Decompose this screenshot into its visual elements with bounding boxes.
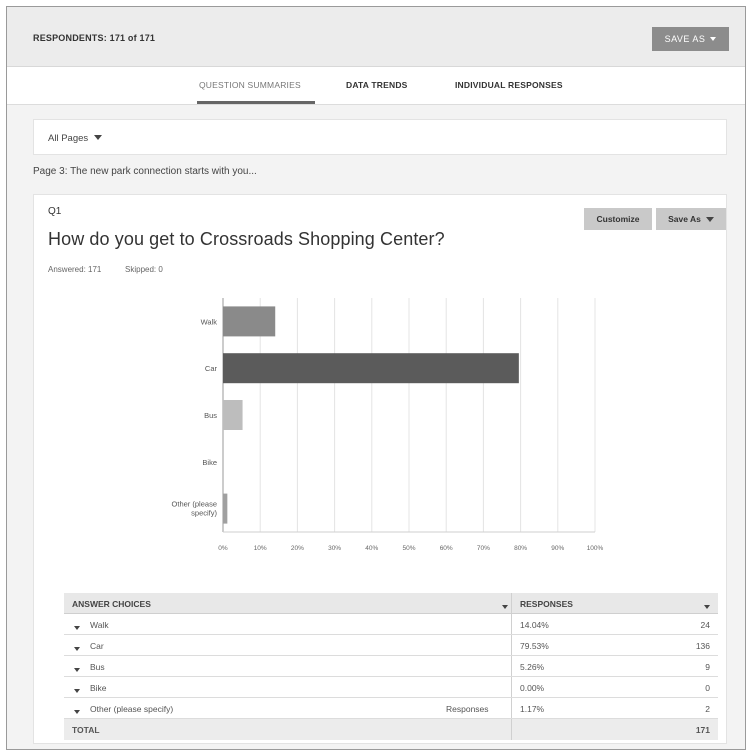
- all-pages-dropdown[interactable]: All Pages: [48, 133, 102, 144]
- tab-individual-responses[interactable]: INDIVIDUAL RESPONSES: [455, 80, 563, 90]
- respondents-count: RESPONDENTS: 171 of 171: [33, 33, 156, 43]
- category-label: Bus: [204, 411, 217, 420]
- x-tick-label: 70%: [477, 545, 490, 552]
- response-percent: 79.53%: [520, 641, 549, 651]
- response-count: 0: [705, 683, 710, 693]
- x-tick-label: 20%: [291, 545, 304, 552]
- column-divider: [511, 593, 512, 613]
- expand-row-icon[interactable]: [74, 706, 80, 716]
- response-percent: 5.26%: [520, 662, 545, 672]
- question-card: Q1 How do you get to Crossroads Shopping…: [33, 194, 727, 744]
- expand-row-icon[interactable]: [74, 622, 80, 632]
- x-tick-label: 80%: [514, 545, 527, 552]
- chevron-down-icon: [710, 37, 717, 41]
- chart-bar: [223, 353, 519, 384]
- sort-responses-icon[interactable]: [704, 601, 710, 611]
- save-as-button[interactable]: SAVE AS: [652, 27, 729, 51]
- response-percent: 0.00%: [520, 683, 545, 693]
- tab-question-summaries[interactable]: QUESTION SUMMARIES: [199, 80, 301, 90]
- chart-bar: [223, 306, 276, 337]
- responses-link[interactable]: Responses: [446, 704, 489, 714]
- table-row: Other (please specify) Responses 1.17% 2: [64, 698, 718, 719]
- survey-results-panel: RESPONDENTS: 171 of 171 SAVE AS QUESTION…: [6, 6, 746, 750]
- category-label: specify): [191, 509, 217, 518]
- x-tick-label: 100%: [587, 545, 604, 552]
- category-label: Walk: [201, 317, 218, 326]
- table-header: ANSWER CHOICES RESPONSES: [64, 593, 718, 614]
- page-filter-bar: All Pages: [33, 119, 727, 155]
- x-tick-label: 10%: [254, 545, 267, 552]
- answer-choice-label: Car: [90, 641, 104, 651]
- total-label: TOTAL: [72, 725, 100, 735]
- x-tick-label: 40%: [365, 545, 378, 552]
- column-divider: [511, 614, 512, 634]
- response-bar-chart: 0% 10% 20% 30% 40% 50% 60% 70% 80% 90% 100% Walk Car…: [34, 195, 728, 580]
- column-divider: [511, 677, 512, 697]
- table-body: Walk 14.04% 24 Car 79.53% 136 Bus 5.26% 9 Bike 0.0…: [64, 614, 718, 719]
- table-total-row: TOTAL 171: [64, 719, 718, 740]
- expand-row-icon[interactable]: [74, 685, 80, 695]
- x-tick-label: 0%: [218, 545, 228, 552]
- category-label: Bike: [202, 458, 217, 467]
- column-divider: [511, 719, 512, 740]
- answer-choice-label: Other (please specify): [90, 704, 174, 714]
- response-count: 2: [705, 704, 710, 714]
- page-caption: Page 3: The new park connection starts w…: [33, 166, 257, 177]
- bar-chart-svg: 0% 10% 20% 30% 40% 50% 60% 70% 80% 90% 100% Walk Car…: [172, 298, 604, 552]
- table-row: Bike 0.00% 0: [64, 677, 718, 698]
- response-percent: 14.04%: [520, 620, 549, 630]
- results-header: RESPONDENTS: 171 of 171 SAVE AS: [7, 7, 745, 67]
- active-tab-indicator: [197, 101, 315, 104]
- table-row: Walk 14.04% 24: [64, 614, 718, 635]
- answer-choice-label: Bus: [90, 662, 105, 672]
- all-pages-label: All Pages: [48, 133, 89, 144]
- results-tabs: QUESTION SUMMARIES DATA TRENDS INDIVIDUA…: [7, 67, 745, 105]
- answer-choices-table: ANSWER CHOICES RESPONSES Walk 14.04% 24 Car…: [64, 593, 718, 740]
- expand-row-icon[interactable]: [74, 643, 80, 653]
- x-tick-label: 50%: [402, 545, 415, 552]
- answer-choices-header[interactable]: ANSWER CHOICES: [72, 599, 151, 609]
- chart-bar: [223, 493, 228, 524]
- save-as-label: SAVE AS: [664, 34, 706, 44]
- expand-row-icon[interactable]: [74, 664, 80, 674]
- column-divider: [511, 698, 512, 718]
- x-tick-label: 90%: [551, 545, 564, 552]
- table-row: Bus 5.26% 9: [64, 656, 718, 677]
- response-percent: 1.17%: [520, 704, 545, 714]
- column-divider: [511, 635, 512, 655]
- response-count: 9: [705, 662, 710, 672]
- response-count: 136: [695, 641, 710, 651]
- table-row: Car 79.53% 136: [64, 635, 718, 656]
- category-label: Car: [205, 364, 218, 373]
- tab-data-trends[interactable]: DATA TRENDS: [346, 80, 408, 90]
- sort-choices-icon[interactable]: [502, 601, 508, 611]
- total-count: 171: [695, 725, 710, 735]
- x-tick-label: 60%: [440, 545, 453, 552]
- answer-choice-label: Bike: [90, 683, 107, 693]
- column-divider: [511, 656, 512, 676]
- chevron-down-icon: [93, 135, 102, 140]
- category-label: Other (please: [172, 500, 217, 509]
- answer-choice-label: Walk: [90, 620, 109, 630]
- x-tick-label: 30%: [328, 545, 341, 552]
- chart-bar: [223, 400, 243, 430]
- responses-header[interactable]: RESPONSES: [520, 599, 573, 609]
- response-count: 24: [700, 620, 710, 630]
